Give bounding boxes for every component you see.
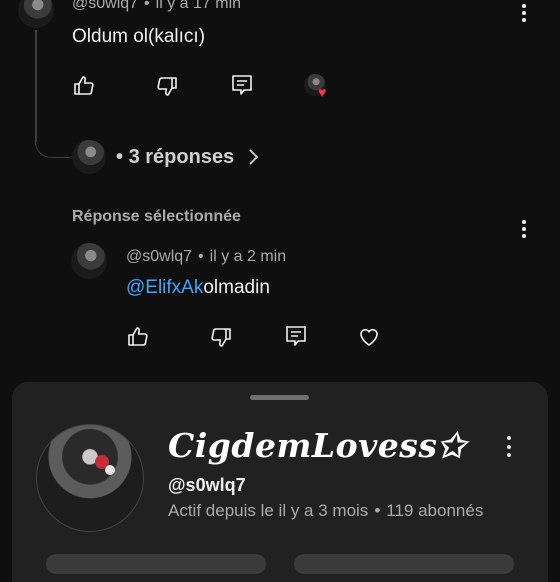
reply-reply-button[interactable] xyxy=(284,324,308,348)
top-comment-author[interactable]: @s0wlq7 xyxy=(72,0,138,12)
dislike-icon xyxy=(157,77,177,96)
thread-curve xyxy=(35,125,70,158)
replies-count: 3 réponses xyxy=(128,146,235,168)
meta-separator: • xyxy=(144,0,150,12)
sheet-action-button-right[interactable] xyxy=(294,554,514,574)
channel-avatar[interactable] xyxy=(36,424,144,532)
info-separator: • xyxy=(374,501,381,520)
channel-active: Actif depuis le il y a 3 mois xyxy=(168,501,369,520)
reply-time: il y a 2 min xyxy=(209,248,287,265)
chevron-right-icon[interactable] xyxy=(247,148,259,171)
selected-reply-heading: Réponse sélectionnée xyxy=(72,208,241,225)
channel-subscribers: 119 abonnés xyxy=(386,501,484,520)
creator-heart-icon: ♥ xyxy=(318,84,327,100)
reply-icon xyxy=(232,75,252,95)
top-comment-meta: @s0wlq7 • il y a 17 min xyxy=(72,0,241,13)
heart-icon xyxy=(360,328,378,346)
like-icon xyxy=(74,76,94,95)
reply-icon xyxy=(286,326,306,346)
reply-meta: @s0wlq7 • il y a 2 min xyxy=(126,248,286,266)
channel-name: CigdemLovess✩ xyxy=(168,426,466,465)
reply-body: olmadin xyxy=(203,277,270,298)
top-comment-time: il y a 17 min xyxy=(155,0,242,12)
top-comment-text: Oldum ol(kalıcı) xyxy=(72,26,206,47)
meta-separator: • xyxy=(198,248,204,265)
sheet-action-button-left[interactable] xyxy=(46,554,266,574)
top-comment-avatar[interactable] xyxy=(18,0,54,28)
reply-text: @ElifxAkolmadin xyxy=(126,277,270,299)
reply-avatar[interactable] xyxy=(71,243,107,279)
reply-more-icon[interactable] xyxy=(521,220,527,241)
top-reply-button[interactable] xyxy=(230,73,254,97)
channel-handle: @s0wlq7 xyxy=(168,475,246,495)
top-like-button[interactable] xyxy=(72,74,96,98)
like-icon xyxy=(128,327,148,346)
reply-mention[interactable]: @ElifxAk xyxy=(126,277,203,298)
dislike-icon xyxy=(211,328,231,347)
replies-dot: • xyxy=(116,146,124,168)
replies-avatar xyxy=(72,140,106,174)
reply-author[interactable]: @s0wlq7 xyxy=(126,248,192,265)
channel-more-icon[interactable] xyxy=(506,436,512,461)
reply-like-button[interactable] xyxy=(126,325,150,349)
reply-heart-button[interactable] xyxy=(357,325,381,349)
reply-dislike-button[interactable] xyxy=(209,325,233,349)
top-comment-more-icon[interactable] xyxy=(521,4,527,25)
sheet-drag-handle[interactable] xyxy=(250,395,309,400)
replies-link[interactable]: • 3 réponses xyxy=(116,146,234,169)
channel-info: Actif depuis le il y a 3 mois • 119 abonné… xyxy=(168,501,483,521)
top-dislike-button[interactable] xyxy=(155,74,179,98)
flowers-graphic-2 xyxy=(105,465,115,475)
